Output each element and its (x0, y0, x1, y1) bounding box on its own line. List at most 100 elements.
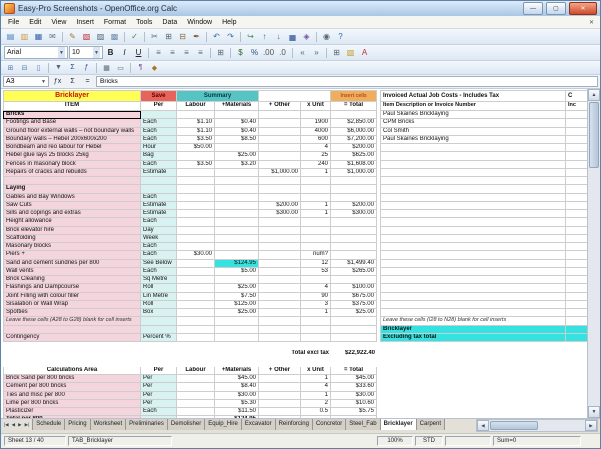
cell-other[interactable] (259, 260, 301, 268)
add-decimal-icon[interactable]: .00 (262, 47, 275, 59)
cell-total[interactable]: $200.00 (331, 144, 377, 152)
invoice-cell-desc[interactable] (380, 243, 566, 251)
invoice-cell-desc[interactable]: CPM Bricks (380, 119, 566, 127)
cell-materials[interactable]: $25.00 (215, 309, 259, 317)
hyperlink-icon[interactable]: ↪ (244, 31, 257, 43)
cell-other[interactable] (259, 392, 301, 400)
invoice-cell-desc[interactable] (380, 301, 566, 309)
vertical-scrollbar-thumb[interactable] (589, 102, 599, 168)
cell-total[interactable]: $7,200.00 (331, 136, 377, 144)
invoice-cell-desc[interactable] (380, 251, 566, 259)
insert-column-icon[interactable]: ▯ (32, 63, 45, 73)
redo-icon[interactable]: ↷ (224, 31, 237, 43)
cell-materials[interactable] (215, 317, 259, 325)
cell-other[interactable] (259, 375, 301, 383)
cell-item[interactable]: Total per 800 (3, 416, 141, 418)
menu-tools[interactable]: Tools (131, 16, 157, 28)
total-excl-tax-value[interactable]: $22,922.40 (331, 350, 377, 358)
summary-button-cell[interactable]: Summary (177, 90, 259, 102)
cell-item[interactable]: Lime per 800 bricks (3, 400, 141, 408)
cell-labour[interactable]: $50.00 (177, 144, 215, 152)
cell-other[interactable] (259, 243, 301, 251)
cell-other[interactable] (259, 309, 301, 317)
cell-item[interactable]: Joint Filling with colour filler (3, 293, 141, 301)
cell-total[interactable] (331, 317, 377, 325)
paste-icon[interactable]: ⊟ (176, 31, 189, 43)
save-button-cell[interactable]: Save (141, 90, 177, 102)
scroll-left-icon[interactable]: ◀ (477, 420, 489, 431)
cell-labour[interactable] (177, 152, 215, 160)
cell-materials[interactable]: $8.40 (215, 383, 259, 391)
cell-labour[interactable] (177, 169, 215, 177)
cell-unit[interactable] (301, 243, 331, 251)
prev-sheet-icon[interactable]: ◀ (11, 422, 16, 428)
cell-other[interactable] (259, 400, 301, 408)
cell-materials[interactable]: $8.50 (215, 136, 259, 144)
zoom-icon[interactable]: ◉ (320, 31, 333, 43)
cell-materials[interactable] (215, 202, 259, 210)
cell-per[interactable]: Each (141, 268, 177, 276)
status-mode[interactable]: STD (415, 436, 443, 446)
cell-total[interactable]: $300.00 (331, 210, 377, 218)
cell-unit[interactable] (301, 194, 331, 202)
sheet-tab-carpent[interactable]: Carpent (416, 419, 445, 430)
menu-edit[interactable]: Edit (24, 16, 46, 28)
cell-per[interactable]: Each (141, 408, 177, 416)
cell-other[interactable] (259, 408, 301, 416)
cell-materials[interactable]: $11.50 (215, 408, 259, 416)
cell-unit[interactable] (301, 416, 331, 418)
gallery-icon[interactable]: ◆ (148, 63, 161, 73)
cell-item[interactable]: Boundary walls – Hebel 200x600x200 (3, 136, 141, 144)
cell-per[interactable]: Roll (141, 301, 177, 309)
empty-region[interactable] (380, 400, 590, 408)
empty-region[interactable] (380, 342, 590, 350)
menu-file[interactable]: File (3, 16, 24, 28)
cell-materials[interactable]: $5.00 (215, 268, 259, 276)
cell-labour[interactable] (177, 383, 215, 391)
sum-icon[interactable]: Σ (66, 63, 79, 73)
cell-unit[interactable]: 1 (301, 202, 331, 210)
invoice-cell-desc[interactable]: Col Smith (380, 128, 566, 136)
invoice-cell-desc[interactable] (380, 293, 566, 301)
cell-other[interactable] (259, 268, 301, 276)
cell-total[interactable]: $33.60 (331, 383, 377, 391)
menu-view[interactable]: View (46, 16, 71, 28)
sheet-tab-worksheet[interactable]: Worksheet (90, 419, 127, 430)
empty-region[interactable] (3, 350, 215, 358)
invoice-cell-desc[interactable]: Paul Skaines Bricklaying (380, 111, 566, 119)
cell-labour[interactable] (177, 400, 215, 408)
close-button[interactable]: ✕ (569, 2, 597, 15)
cell-materials[interactable] (215, 235, 259, 243)
cell-unit[interactable] (301, 326, 331, 334)
cell-per[interactable]: Sq Metre (141, 276, 177, 284)
font-name-combo[interactable]: Arial ▼ (4, 46, 68, 59)
scrollbar-track[interactable] (588, 169, 600, 406)
cell-unit[interactable]: 2 (301, 400, 331, 408)
cell-per[interactable]: Estimate (141, 210, 177, 218)
cell-materials[interactable] (215, 144, 259, 152)
cell-other[interactable] (259, 227, 301, 235)
invoice-cell-desc[interactable] (380, 210, 566, 218)
cell-total[interactable] (331, 235, 377, 243)
cell-materials[interactable]: $0.40 (215, 119, 259, 127)
cell-unit[interactable]: 53 (301, 268, 331, 276)
invoice-cell-desc[interactable]: Leave these cells (I28 to N28) blank for… (380, 317, 566, 325)
cell-materials[interactable]: $3.20 (215, 161, 259, 169)
insert-cells-cell[interactable]: Insert cells (331, 90, 377, 102)
cut-icon[interactable]: ✂ (148, 31, 161, 43)
cell-per[interactable]: Per (141, 383, 177, 391)
cell-reference-box[interactable]: A3 ▼ (3, 76, 49, 87)
cell-total[interactable]: $1,000.00 (331, 169, 377, 177)
cell-per[interactable] (141, 111, 177, 119)
cell-other[interactable] (259, 194, 301, 202)
cell-labour[interactable]: $3.50 (177, 136, 215, 144)
cell-item[interactable]: Ground floor external walls – not bounda… (3, 128, 141, 136)
cell-other[interactable] (259, 301, 301, 309)
insert-row-icon[interactable]: ⊟ (18, 63, 31, 73)
cell-item[interactable]: Repairs of cracks and rebuilds (3, 169, 141, 177)
cell-materials[interactable] (215, 218, 259, 226)
cell-unit[interactable]: 1 (301, 309, 331, 317)
cell-per[interactable]: Each (141, 128, 177, 136)
cell-labour[interactable] (177, 218, 215, 226)
empty-region[interactable] (380, 367, 590, 375)
